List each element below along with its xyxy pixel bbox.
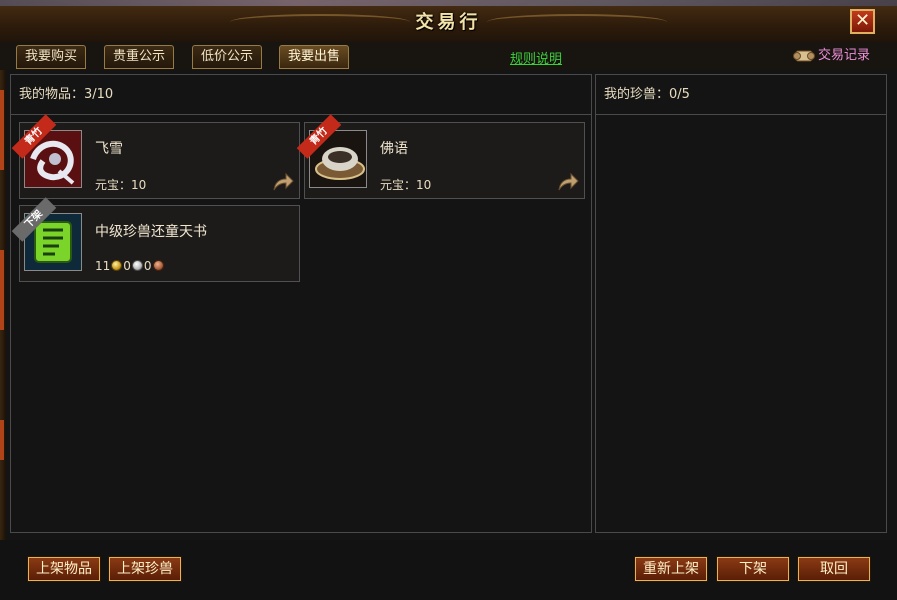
item-price: 元宝：10 [380, 176, 431, 193]
frame-accent-top [0, 90, 4, 170]
tab-low-price-notice[interactable]: 低价公示 [192, 45, 263, 69]
items-panel: 我的物品：3/10 青竹 飞雪 元宝：10 青竹 佛语 元宝：10 下架 中级珍… [10, 74, 592, 533]
price-label: 元宝： [380, 178, 417, 192]
copper-coin-icon [152, 260, 164, 271]
scroll-icon [793, 50, 815, 61]
item-name: 佛语 [380, 141, 408, 157]
window-title: 交易行 [415, 12, 482, 33]
item-price: 11 0 0 [95, 259, 165, 273]
relist-button[interactable]: 重新上架 [634, 556, 708, 582]
share-arrow-icon[interactable] [271, 171, 295, 193]
price-value: 10 [416, 178, 432, 192]
price-value: 10 [131, 178, 147, 192]
title-strip [0, 0, 897, 6]
delist-button[interactable]: 下架 [716, 556, 790, 582]
close-button[interactable]: ✕ [850, 9, 875, 34]
tab-sell[interactable]: 我要出售 [279, 45, 350, 69]
item-card-tianshu[interactable]: 下架 中级珍兽还童天书 11 0 0 [11, 197, 300, 282]
silver-amount: 0 [123, 259, 131, 273]
trade-records-button[interactable]: 交易记录 [793, 45, 870, 67]
retrieve-button[interactable]: 取回 [797, 556, 871, 582]
frame-accent-bottom [0, 420, 4, 460]
share-arrow-icon[interactable] [556, 171, 580, 193]
item-name: 飞雪 [95, 141, 123, 157]
silver-coin-icon [131, 260, 143, 271]
list-pet-button[interactable]: 上架珍兽 [108, 556, 182, 582]
price-label: 元宝： [95, 178, 132, 192]
item-price: 元宝：10 [95, 176, 146, 193]
pets-panel: 我的珍兽：0/5 [595, 74, 887, 533]
item-name: 中级珍兽还童天书 [95, 224, 207, 240]
item-card-foyu[interactable]: 青竹 佛语 元宝：10 [296, 114, 585, 199]
tab-buy[interactable]: 我要购买 [16, 45, 87, 69]
trade-records-label: 交易记录 [818, 48, 871, 63]
pets-panel-header: 我的珍兽：0/5 [596, 75, 886, 115]
item-card-feixue[interactable]: 青竹 飞雪 元宝：10 [11, 114, 300, 199]
rules-link[interactable]: 规则说明 [510, 48, 562, 67]
title-bar: 交易行 ✕ [0, 0, 897, 44]
list-item-button[interactable]: 上架物品 [27, 556, 101, 582]
gold-amount: 11 [95, 259, 111, 273]
copper-amount: 0 [143, 259, 152, 273]
items-panel-header: 我的物品：3/10 [11, 75, 591, 115]
frame-accent-mid [0, 250, 4, 330]
tab-valuable-notice[interactable]: 贵重公示 [104, 45, 175, 69]
gold-coin-icon [111, 260, 123, 271]
